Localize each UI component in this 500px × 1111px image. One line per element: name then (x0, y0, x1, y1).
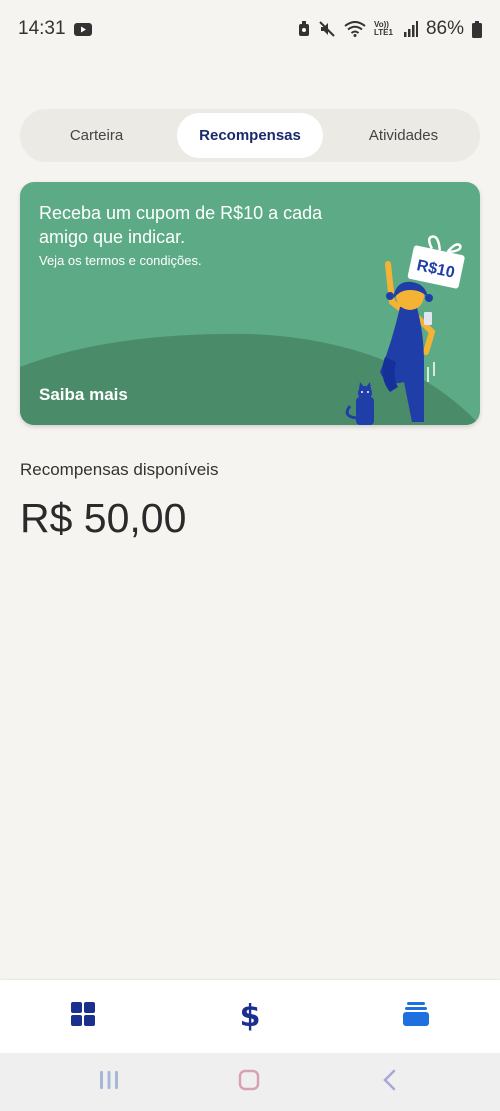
rewards-label: Recompensas disponíveis (20, 460, 219, 479)
cards-stack-icon (403, 1002, 429, 1031)
promo-title: Receba um cupom de R$10 a cada amigo que… (39, 203, 323, 247)
battery-icon (472, 20, 482, 38)
dollar-icon: $ (239, 999, 261, 1034)
tab-carteira[interactable]: Carteira (24, 113, 169, 158)
nav-home-button[interactable] (53, 980, 113, 1053)
bottom-nav: $ (0, 980, 500, 1053)
gift-ticket-icon: R$10 (407, 235, 465, 289)
status-left: 14:31 (18, 18, 92, 40)
home-icon (238, 1069, 260, 1096)
tab-bar: Carteira Recompensas Atividades (20, 109, 480, 162)
saiba-mais-link[interactable]: Saiba mais (39, 385, 128, 405)
status-right: Vo)) LTE1 86% (298, 18, 482, 40)
youtube-icon (73, 22, 92, 36)
status-bar: 14:31 Vo)) LTE1 86% (0, 0, 500, 58)
back-button[interactable] (359, 1053, 419, 1111)
tab-recompensas[interactable]: Recompensas (177, 113, 323, 158)
lte-label: Vo)) LTE1 (373, 20, 393, 37)
tab-atividades[interactable]: Atividades (331, 113, 476, 158)
recent-apps-button[interactable] (79, 1053, 139, 1111)
recent-apps-icon (99, 1070, 119, 1094)
nav-pay-button[interactable]: $ (220, 980, 280, 1053)
back-icon (382, 1069, 396, 1096)
battery-percent: 86% (425, 18, 464, 39)
signal-icon (403, 21, 418, 37)
referral-promo-card[interactable]: R$10 Receba um cupom de R$10 a cada amig… (20, 182, 480, 425)
mute-icon (318, 20, 336, 38)
rewards-amount: R$ 50,00 (20, 495, 187, 541)
nav-wallet-button[interactable] (386, 980, 446, 1053)
system-nav-bar (0, 1053, 500, 1111)
home-button[interactable] (219, 1053, 279, 1111)
lock-notification-icon (298, 21, 310, 37)
status-time: 14:31 (18, 18, 66, 39)
promo-terms-link[interactable]: Veja os termos e condições. (39, 253, 202, 268)
grid-icon (71, 1002, 95, 1031)
wifi-icon (344, 21, 366, 37)
